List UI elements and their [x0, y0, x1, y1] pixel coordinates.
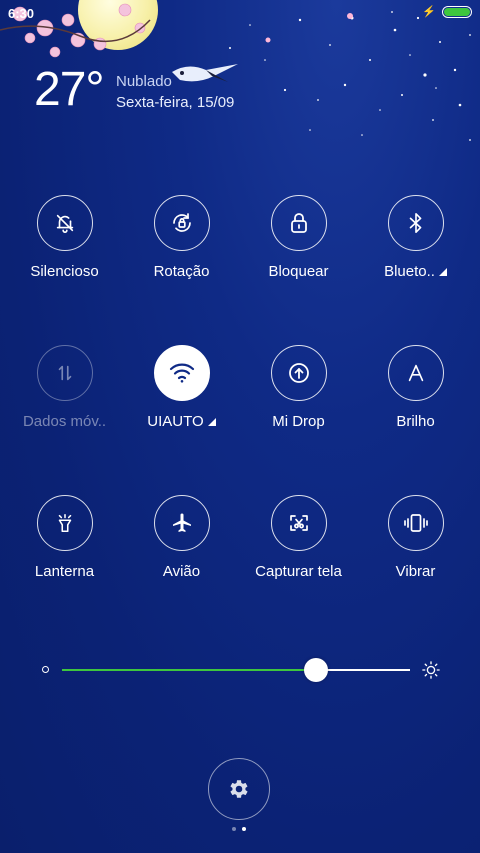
slider-thumb[interactable]	[304, 658, 329, 682]
tile-airplane[interactable]: Avião	[123, 495, 240, 615]
page-indicator	[232, 827, 246, 831]
rotation-lock-icon	[153, 195, 210, 251]
tile-label: Dados móv..	[22, 413, 107, 430]
tile-label: Avião	[162, 563, 201, 580]
wifi-icon	[153, 345, 210, 401]
tile-label: Bloquear	[268, 263, 329, 280]
status-time: 6:30	[8, 6, 35, 21]
tile-label: Blueto..	[357, 263, 474, 280]
tile-label: Silencioso	[30, 263, 99, 280]
page-dot-active	[242, 827, 246, 831]
brightness-slider[interactable]	[36, 655, 446, 685]
tile-label: UIAUTO	[123, 413, 240, 430]
brightness-low-icon	[42, 666, 49, 673]
tile-label-text: Blueto..	[384, 263, 435, 280]
expand-menu-icon[interactable]	[207, 418, 216, 426]
tile-label: Mi Drop	[272, 413, 325, 430]
tile-bluetooth[interactable]: Blueto..	[357, 195, 474, 315]
bluetooth-icon	[387, 195, 444, 251]
tile-mi-drop[interactable]: Mi Drop	[240, 345, 357, 465]
battery-fill	[444, 7, 470, 16]
status-icons: ⚡	[422, 5, 472, 18]
tile-label: Brilho	[396, 413, 435, 430]
slider-track-fill	[62, 669, 317, 671]
weather-condition: Nublado	[116, 73, 172, 90]
tile-screenshot[interactable]: Capturar tela	[240, 495, 357, 615]
flashlight-icon	[36, 495, 93, 551]
tile-brightness-auto[interactable]: Brilho	[357, 345, 474, 465]
tile-label: Vibrar	[395, 563, 436, 580]
airplane-icon	[153, 495, 210, 551]
mobile-data-icon	[36, 345, 93, 401]
tile-label-text: UIAUTO	[147, 413, 204, 430]
settings-button[interactable]	[208, 758, 270, 820]
mi-drop-icon	[270, 345, 327, 401]
screenshot-icon	[270, 495, 327, 551]
tile-mobile-data[interactable]: Dados móv..	[6, 345, 123, 465]
page-dot	[232, 827, 236, 831]
battery-icon	[442, 5, 472, 18]
tile-lock[interactable]: Bloquear	[240, 195, 357, 315]
expand-menu-icon[interactable]	[438, 268, 447, 276]
tile-rotation[interactable]: Rotação	[123, 195, 240, 315]
gear-icon	[230, 780, 248, 798]
tile-label: Lanterna	[34, 563, 95, 580]
tile-flashlight[interactable]: Lanterna	[6, 495, 123, 615]
charging-icon: ⚡	[422, 6, 436, 18]
magpie-illustration	[172, 64, 238, 82]
weather-date: Sexta-feira, 15/09	[116, 94, 235, 111]
tile-silent[interactable]: Silencioso	[6, 195, 123, 315]
brightness-high-icon	[422, 661, 440, 679]
tile-vibrate[interactable]: Vibrar	[357, 495, 474, 615]
auto-brightness-icon	[387, 345, 444, 401]
tile-label: Capturar tela	[255, 563, 342, 580]
vibrate-icon	[387, 495, 444, 551]
tile-label: Rotação	[153, 263, 210, 280]
lock-icon	[270, 195, 327, 251]
bell-off-icon	[36, 195, 93, 251]
weather-temperature: 27°	[34, 63, 105, 116]
tile-wifi[interactable]: UIAUTO	[123, 345, 240, 465]
